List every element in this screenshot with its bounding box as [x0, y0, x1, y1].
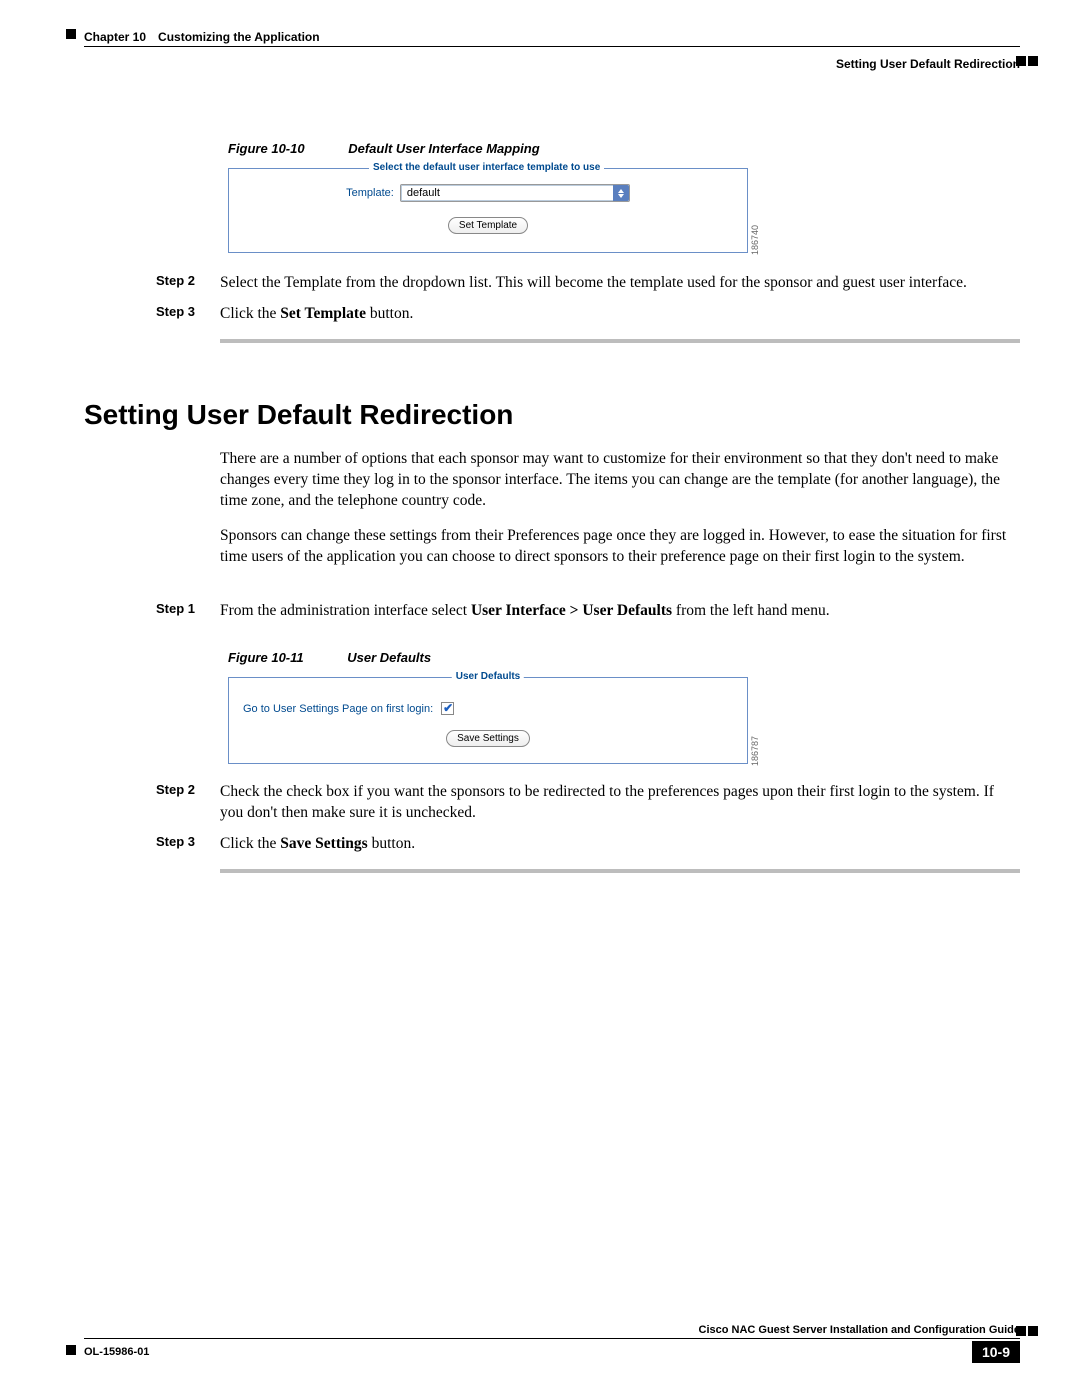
header-marks-left [66, 29, 76, 39]
step-label: Step 3 [156, 304, 220, 319]
footer-marks-right [1016, 1326, 1038, 1336]
step-text: From the administration interface select… [220, 601, 1020, 622]
step-text: Select the Template from the dropdown li… [220, 273, 1020, 294]
template-legend: Select the default user interface templa… [369, 162, 604, 173]
section-crumb: Setting User Default Redirection [836, 57, 1020, 71]
section-divider [220, 869, 1020, 873]
figure10-title: Default User Interface Mapping [348, 141, 539, 156]
first-login-label: Go to User Settings Page on first login: [243, 703, 433, 715]
step-c-3: Step 3 Click the Save Settings button. [84, 834, 1020, 855]
first-login-row: Go to User Settings Page on first login:… [243, 702, 733, 715]
set-template-button[interactable]: Set Template [448, 217, 528, 234]
figure11-screenshot: User Defaults Go to User Settings Page o… [228, 677, 748, 764]
step-label: Step 1 [156, 601, 220, 616]
body-para-1: There are a number of options that each … [220, 449, 1020, 512]
step1-bold: User Interface > User Defaults [471, 602, 672, 619]
template-dropdown[interactable]: default [400, 184, 630, 202]
mark-icon [66, 29, 76, 39]
page-header: Chapter 10 Customizing the Application [84, 30, 1020, 47]
step3-prefix: Click the [220, 305, 280, 322]
step-text: Click the Set Template button. [220, 304, 1020, 325]
body-para-2: Sponsors can change these settings from … [220, 526, 1020, 568]
figure10-number: Figure 10-10 [228, 141, 305, 156]
step1-suffix: from the left hand menu. [672, 602, 830, 619]
mark-icon [1016, 1326, 1026, 1336]
doc-id: OL-15986-01 [84, 1346, 149, 1358]
template-dropdown-value: default [401, 187, 613, 199]
step-c-2: Step 2 Check the check box if you want t… [84, 782, 1020, 824]
step-label: Step 2 [156, 782, 220, 797]
figure11-title: User Defaults [347, 650, 431, 665]
mark-icon [1016, 56, 1026, 66]
header-marks-right [1016, 56, 1038, 66]
section-divider [220, 339, 1020, 343]
step3c-suffix: button. [368, 835, 415, 852]
section-heading: Setting User Default Redirection [84, 399, 1020, 431]
figure10-id: 186740 [750, 225, 760, 255]
step-b-1: Step 1 From the administration interface… [84, 601, 1020, 622]
mark-icon [1028, 1326, 1038, 1336]
user-defaults-legend: User Defaults [452, 671, 524, 682]
step3-bold: Set Template [280, 305, 366, 322]
chapter-title: Customizing the Application [158, 30, 320, 44]
page-number: 10-9 [972, 1341, 1020, 1363]
footer-guide-title: Cisco NAC Guest Server Installation and … [84, 1324, 1020, 1338]
page-footer: Cisco NAC Guest Server Installation and … [84, 1324, 1020, 1363]
step-text: Check the check box if you want the spon… [220, 782, 1020, 824]
step-text: Click the Save Settings button. [220, 834, 1020, 855]
figure11-id: 186787 [750, 736, 760, 766]
step-label: Step 2 [156, 273, 220, 288]
user-defaults-fieldset: User Defaults Go to User Settings Page o… [228, 677, 748, 764]
header-breadcrumb: Setting User Default Redirection [84, 57, 1020, 71]
chapter-number: Chapter 10 [84, 30, 146, 44]
figure11-number: Figure 10-11 [228, 650, 304, 665]
step3-suffix: button. [366, 305, 413, 322]
first-login-checkbox[interactable]: ✔ [441, 702, 454, 715]
mark-icon [66, 1345, 76, 1355]
step-a-3: Step 3 Click the Set Template button. [84, 304, 1020, 325]
template-fieldset: Select the default user interface templa… [228, 168, 748, 253]
checkmark-icon: ✔ [443, 701, 453, 716]
step-a-2: Step 2 Select the Template from the drop… [84, 273, 1020, 294]
mark-icon [1028, 56, 1038, 66]
step1-prefix: From the administration interface select [220, 602, 471, 619]
template-label: Template: [346, 187, 394, 199]
step3c-bold: Save Settings [280, 835, 367, 852]
figure10-screenshot: Select the default user interface templa… [228, 168, 748, 253]
step3c-prefix: Click the [220, 835, 280, 852]
figure11-caption: Figure 10-11 User Defaults [228, 650, 1020, 665]
figure10-caption: Figure 10-10 Default User Interface Mapp… [228, 141, 1020, 156]
save-settings-button[interactable]: Save Settings [446, 730, 530, 747]
dropdown-arrows-icon [613, 185, 629, 201]
step-label: Step 3 [156, 834, 220, 849]
template-row: Template: default [239, 184, 737, 202]
